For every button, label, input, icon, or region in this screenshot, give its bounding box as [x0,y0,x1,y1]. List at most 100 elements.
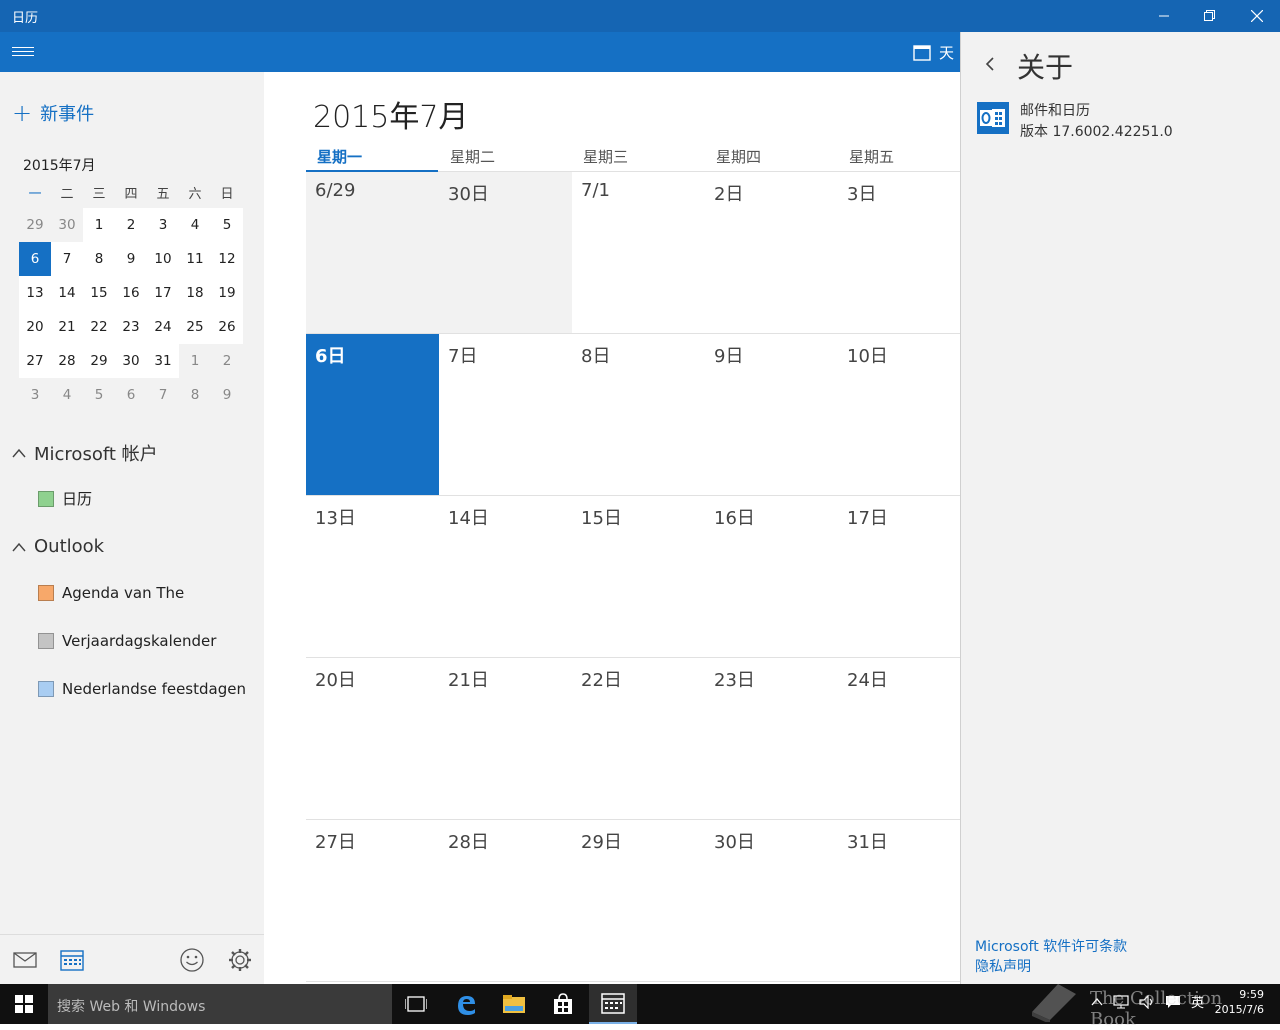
day-cell[interactable]: 7日 [439,334,572,495]
mini-calendar-day[interactable]: 29 [83,344,115,378]
mini-calendar-day[interactable]: 5 [83,378,115,412]
mini-calendar-day[interactable]: 1 [179,344,211,378]
day-cell[interactable]: 8日 [572,334,705,495]
mini-calendar-day[interactable]: 8 [83,242,115,276]
mail-icon[interactable] [12,947,38,973]
mini-calendar-day[interactable]: 25 [179,310,211,344]
weekday-header: 星期三 [583,148,629,166]
mini-calendar-day[interactable]: 6 [115,378,147,412]
mini-calendar-day[interactable]: 16 [115,276,147,310]
privacy-statement-link[interactable]: 隐私声明 [975,956,1031,976]
mini-calendar-day[interactable]: 24 [147,310,179,344]
mini-calendar-day[interactable]: 20 [19,310,51,344]
day-cell[interactable]: 30日 [439,172,572,333]
store-icon[interactable] [539,984,587,1024]
mini-calendar-title[interactable]: 2015年7月 [23,155,96,175]
day-cell[interactable]: 23日 [705,658,838,819]
mini-calendar-day[interactable]: 13 [19,276,51,310]
task-view-icon[interactable] [392,984,440,1024]
mini-calendar-day[interactable]: 1 [83,208,115,242]
day-cell[interactable]: 22日 [572,658,705,819]
day-cell[interactable]: 31日 [838,820,960,981]
mini-calendar-day[interactable]: 18 [179,276,211,310]
new-event-button[interactable]: + 新事件 [12,100,94,126]
day-cell[interactable]: 7/1 [572,172,705,333]
start-button[interactable] [0,984,48,1024]
row-divider [306,981,960,982]
mini-calendar-day[interactable]: 4 [179,208,211,242]
mini-calendar-day[interactable]: 30 [51,208,83,242]
settings-gear-icon[interactable] [227,947,253,973]
day-cell[interactable]: 20日 [306,658,439,819]
mini-calendar-day[interactable]: 7 [147,378,179,412]
edge-browser-icon[interactable] [442,984,490,1024]
mini-calendar-day[interactable]: 26 [211,310,243,344]
calendar-item-feestdagen[interactable]: Nederlandse feestdagen [38,680,246,698]
mini-calendar-day[interactable]: 8 [179,378,211,412]
mini-calendar-day[interactable]: 30 [115,344,147,378]
minimize-button[interactable] [1141,0,1187,32]
mini-calendar-day[interactable]: 15 [83,276,115,310]
mini-calendar-day[interactable]: 11 [179,242,211,276]
day-cell[interactable]: 28日 [439,820,572,981]
day-cell[interactable]: 15日 [572,496,705,657]
day-cell[interactable]: 14日 [439,496,572,657]
day-cell[interactable]: 3日 [838,172,960,333]
day-cell[interactable]: 21日 [439,658,572,819]
mini-calendar-day[interactable]: 22 [83,310,115,344]
mini-calendar-day[interactable]: 21 [51,310,83,344]
mini-calendar-day[interactable]: 12 [211,242,243,276]
account-microsoft[interactable]: Microsoft 帐户 [12,440,158,466]
day-cell[interactable]: 24日 [838,658,960,819]
calendar-item-agenda[interactable]: Agenda van The [38,584,184,602]
feedback-smiley-icon[interactable] [179,947,205,973]
new-event-label: 新事件 [40,104,95,125]
mini-calendar-day[interactable]: 4 [51,378,83,412]
mini-calendar-day[interactable]: 27 [19,344,51,378]
day-cell[interactable]: 6/29 [306,172,439,333]
day-cell[interactable]: 10日 [838,334,960,495]
mini-calendar-day[interactable]: 9 [211,378,243,412]
account-outlook[interactable]: Outlook [12,536,104,557]
mini-calendar-day[interactable]: 29 [19,208,51,242]
mini-calendar-day[interactable]: 23 [115,310,147,344]
back-arrow-icon[interactable] [981,54,999,74]
mini-calendar-day[interactable]: 9 [115,242,147,276]
day-cell[interactable]: 29日 [572,820,705,981]
file-explorer-icon[interactable] [490,984,538,1024]
mini-calendar-day[interactable]: 3 [19,378,51,412]
taskbar-search-box[interactable]: 搜索 Web 和 Windows [48,984,392,1024]
mini-calendar-day[interactable]: 3 [147,208,179,242]
mini-weekday-header: 三 [92,186,106,202]
mini-calendar-day[interactable]: 28 [51,344,83,378]
mini-calendar-day[interactable]: 2 [211,344,243,378]
mini-calendar-day[interactable]: 6 [19,242,51,276]
mini-calendar-day[interactable]: 10 [147,242,179,276]
mini-calendar-day[interactable]: 17 [147,276,179,310]
day-cell[interactable]: 2日 [705,172,838,333]
calendar-item-rili[interactable]: 日历 [38,488,92,509]
hamburger-menu-icon[interactable] [12,44,34,60]
restore-button[interactable] [1187,0,1233,32]
mini-weekday-header: 一 [28,186,42,202]
mini-calendar-day[interactable]: 14 [51,276,83,310]
close-button[interactable] [1234,0,1280,32]
mini-calendar-day[interactable]: 7 [51,242,83,276]
day-cell[interactable]: 9日 [705,334,838,495]
day-cell[interactable]: 6日 [306,334,439,495]
calendar-item-verjaardag[interactable]: Verjaardagskalender [38,632,216,650]
day-cell[interactable]: 30日 [705,820,838,981]
calendar-app-taskbar-icon[interactable] [589,984,637,1024]
window-title: 日历 [12,11,39,26]
day-view-button[interactable]: 天 [913,42,954,63]
day-cell[interactable]: 13日 [306,496,439,657]
day-cell[interactable]: 17日 [838,496,960,657]
mini-calendar-day[interactable]: 5 [211,208,243,242]
day-cell[interactable]: 16日 [705,496,838,657]
mini-calendar-day[interactable]: 31 [147,344,179,378]
calendar-icon[interactable] [59,947,85,973]
license-terms-link[interactable]: Microsoft 软件许可条款 [975,936,1127,956]
mini-calendar-day[interactable]: 19 [211,276,243,310]
mini-calendar-day[interactable]: 2 [115,208,147,242]
day-cell[interactable]: 27日 [306,820,439,981]
